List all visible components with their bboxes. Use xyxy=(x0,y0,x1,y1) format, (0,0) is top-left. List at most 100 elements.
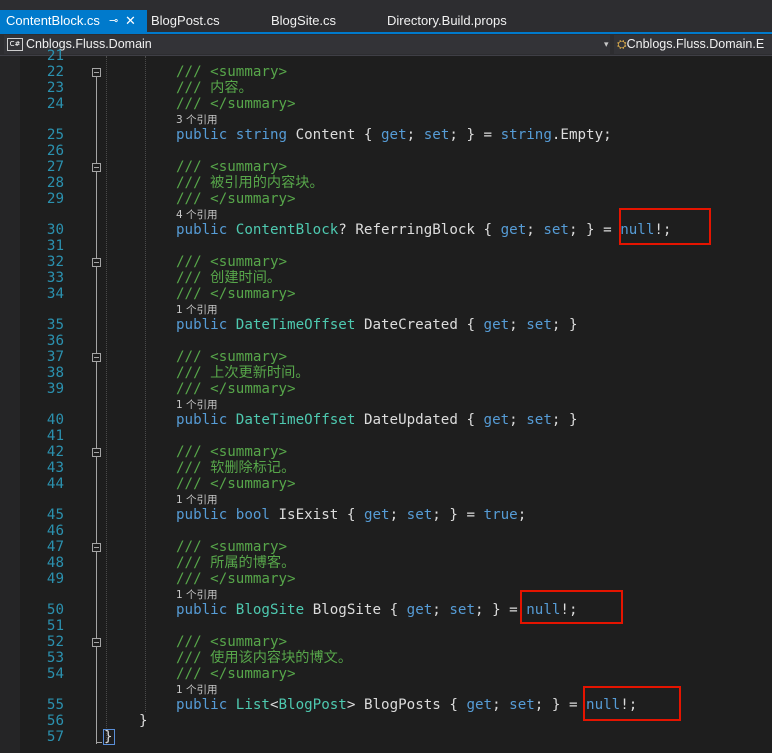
code-line: 46 xyxy=(0,523,772,539)
line-number: 27 xyxy=(46,159,64,175)
line-number: 34 xyxy=(46,286,64,302)
code-text[interactable]: /// <summary> xyxy=(176,634,287,650)
collapse-icon[interactable] xyxy=(92,638,101,647)
line-number: 25 xyxy=(46,127,64,143)
brace-match-cursor xyxy=(103,729,115,745)
code-text[interactable]: /// <summary> xyxy=(176,444,287,460)
codelens-references[interactable]: 4 个引用 xyxy=(176,208,218,222)
close-icon[interactable]: ✕ xyxy=(125,10,136,32)
line-number: 48 xyxy=(46,555,64,571)
code-text[interactable]: /// 使用该内容块的博文。 xyxy=(176,650,352,666)
collapse-icon[interactable] xyxy=(92,258,101,267)
code-text[interactable]: /// </summary> xyxy=(176,286,296,302)
code-text[interactable]: public BlogSite BlogSite { get; set; } =… xyxy=(176,602,578,618)
code-line: 42 /// <summary> xyxy=(0,444,772,460)
code-line: 29 /// </summary> xyxy=(0,191,772,207)
code-line: 33 /// 创建时间。 xyxy=(0,270,772,286)
code-text[interactable]: public DateTimeOffset DateCreated { get;… xyxy=(176,317,578,333)
tab-blogsite[interactable]: BlogSite.cs xyxy=(271,10,336,32)
line-number: 28 xyxy=(46,175,64,191)
code-text[interactable]: /// 所属的博客。 xyxy=(176,555,295,571)
code-text[interactable]: /// 软删除标记。 xyxy=(176,460,295,476)
line-number: 53 xyxy=(46,650,64,666)
code-line: 36 xyxy=(0,333,772,349)
line-number: 31 xyxy=(46,238,64,254)
collapse-icon[interactable] xyxy=(92,68,101,77)
code-line: 35 public DateTimeOffset DateCreated { ge… xyxy=(0,317,772,333)
line-number: 36 xyxy=(46,333,64,349)
line-number: 29 xyxy=(46,191,64,207)
collapse-icon[interactable] xyxy=(92,448,101,457)
tab-label: ContentBlock.cs xyxy=(6,13,100,28)
code-text[interactable]: /// 创建时间。 xyxy=(176,270,281,286)
collapse-icon[interactable] xyxy=(92,353,101,362)
tab-label: BlogPost.cs xyxy=(151,13,220,28)
code-line: 52 /// <summary> xyxy=(0,634,772,650)
line-number: 33 xyxy=(46,270,64,286)
codelens-references[interactable]: 1 个引用 xyxy=(176,588,218,602)
codelens-references[interactable]: 1 个引用 xyxy=(176,398,218,412)
code-text[interactable]: /// <summary> xyxy=(176,64,287,80)
code-text[interactable]: public List<BlogPost> BlogPosts { get; s… xyxy=(176,697,637,713)
code-text[interactable]: /// </summary> xyxy=(176,381,296,397)
code-line: 26 xyxy=(0,143,772,159)
line-number: 35 xyxy=(46,317,64,333)
collapse-icon[interactable] xyxy=(92,543,101,552)
code-line: 44 /// </summary> xyxy=(0,476,772,492)
line-number: 26 xyxy=(46,143,64,159)
code-text[interactable]: /// 被引用的内容块。 xyxy=(176,175,324,191)
line-number: 44 xyxy=(46,476,64,492)
code-line: 43 /// 软删除标记。 xyxy=(0,460,772,476)
codelens-references[interactable]: 3 个引用 xyxy=(176,113,218,127)
code-line: 37 /// <summary> xyxy=(0,349,772,365)
code-text[interactable]: /// <summary> xyxy=(176,539,287,555)
code-line: 27 /// <summary> xyxy=(0,159,772,175)
line-number: 45 xyxy=(46,507,64,523)
line-number: 38 xyxy=(46,365,64,381)
codelens-references[interactable]: 1 个引用 xyxy=(176,493,218,507)
tab-contentblock[interactable]: ContentBlock.cs ⊸ ✕ xyxy=(0,10,147,32)
code-text[interactable]: public ContentBlock? ReferringBlock { ge… xyxy=(176,222,671,238)
code-line: 49 /// </summary> xyxy=(0,571,772,587)
code-text[interactable]: /// </summary> xyxy=(176,666,296,682)
code-text[interactable]: /// 上次更新时间。 xyxy=(176,365,309,381)
code-text[interactable]: public bool IsExist { get; set; } = true… xyxy=(176,507,526,523)
codelens-references[interactable]: 1 个引用 xyxy=(176,683,218,697)
line-number: 50 xyxy=(46,602,64,618)
codelens-references[interactable]: 1 个引用 xyxy=(176,303,218,317)
pin-icon[interactable]: ⊸ xyxy=(109,10,118,32)
code-text[interactable]: /// 内容。 xyxy=(176,80,253,96)
code-line: 39 /// </summary> xyxy=(0,381,772,397)
code-line: 24 /// </summary> xyxy=(0,96,772,112)
line-number: 42 xyxy=(46,444,64,460)
line-number: 54 xyxy=(46,666,64,682)
line-number: 39 xyxy=(46,381,64,397)
code-text[interactable]: /// </summary> xyxy=(176,191,296,207)
code-line: 57} xyxy=(0,729,772,745)
code-line: 38 /// 上次更新时间。 xyxy=(0,365,772,381)
code-line: 53 /// 使用该内容块的博文。 xyxy=(0,650,772,666)
collapse-icon[interactable] xyxy=(92,163,101,172)
code-text[interactable]: /// <summary> xyxy=(176,159,287,175)
line-number: 37 xyxy=(46,349,64,365)
code-text[interactable]: /// </summary> xyxy=(176,476,296,492)
code-line: 54 /// </summary> xyxy=(0,666,772,682)
line-number: 41 xyxy=(46,428,64,444)
code-line: 48 /// 所属的博客。 xyxy=(0,555,772,571)
code-text[interactable]: /// </summary> xyxy=(176,96,296,112)
code-text[interactable]: } xyxy=(139,713,148,729)
code-editor[interactable]: 21 22 /// <summary> 23 /// 内容。 24 /// </summar… xyxy=(0,48,772,753)
tab-directory-build-props[interactable]: Directory.Build.props xyxy=(387,10,507,32)
code-text[interactable]: /// <summary> xyxy=(176,349,287,365)
code-line: 22 /// <summary> xyxy=(0,64,772,80)
code-text[interactable]: /// </summary> xyxy=(176,571,296,587)
line-number: 52 xyxy=(46,634,64,650)
code-text[interactable]: public string Content { get; set; } = st… xyxy=(176,127,612,143)
code-text[interactable]: public DateTimeOffset DateUpdated { get;… xyxy=(176,412,578,428)
code-line: 32 /// <summary> xyxy=(0,254,772,270)
code-text[interactable]: /// <summary> xyxy=(176,254,287,270)
line-number: 56 xyxy=(46,713,64,729)
highlight-box-null-forgiving xyxy=(520,590,623,624)
code-line: 21 xyxy=(0,48,772,64)
tab-blogpost[interactable]: BlogPost.cs xyxy=(151,10,220,32)
